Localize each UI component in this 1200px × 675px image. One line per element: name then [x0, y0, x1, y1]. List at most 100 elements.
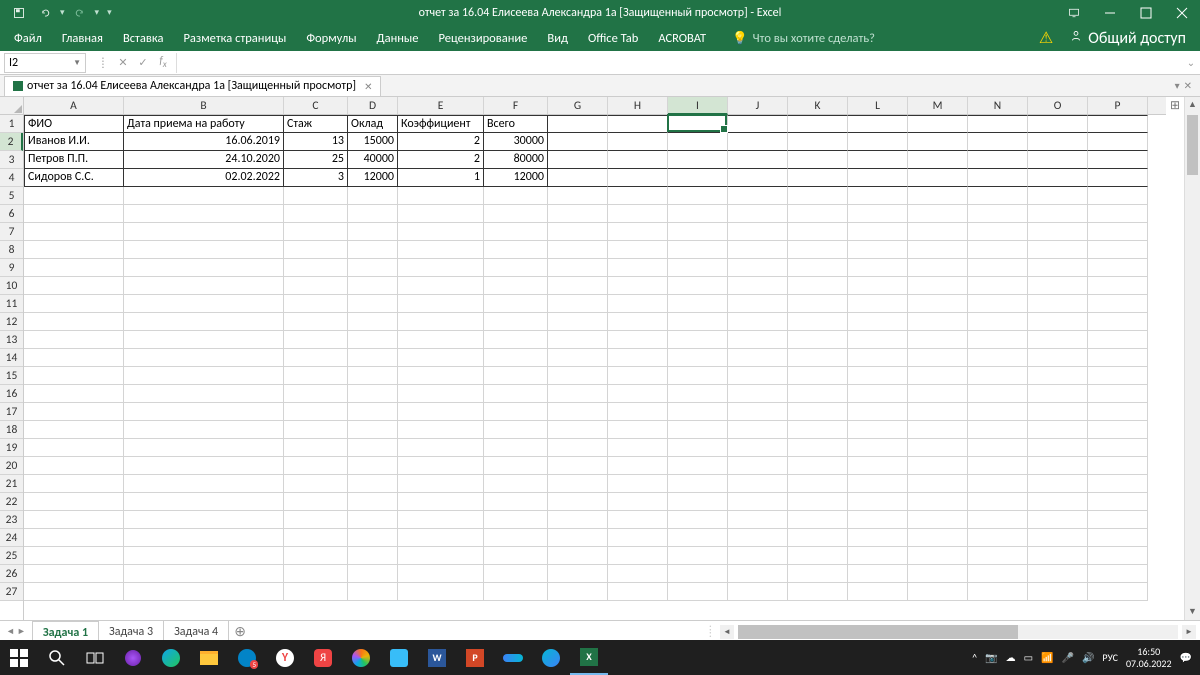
cell-L17[interactable]: [848, 403, 908, 421]
cell-E15[interactable]: [398, 367, 484, 385]
cell-A17[interactable]: [24, 403, 124, 421]
cell-A15[interactable]: [24, 367, 124, 385]
row-header-27[interactable]: 27: [0, 583, 23, 601]
cell-P10[interactable]: [1088, 277, 1148, 295]
cell-F15[interactable]: [484, 367, 548, 385]
cell-F8[interactable]: [484, 241, 548, 259]
cell-L1[interactable]: [848, 115, 908, 133]
cell-E23[interactable]: [398, 511, 484, 529]
cell-D10[interactable]: [348, 277, 398, 295]
cell-A2[interactable]: Иванов И.И.: [24, 133, 124, 151]
cell-A5[interactable]: [24, 187, 124, 205]
cell-J13[interactable]: [728, 331, 788, 349]
ribbon-tab-файл[interactable]: Файл: [4, 25, 52, 51]
cell-K5[interactable]: [788, 187, 848, 205]
cell-H22[interactable]: [608, 493, 668, 511]
cell-B2[interactable]: 16.06.2019: [124, 133, 284, 151]
taskbar-powerpoint[interactable]: P: [456, 640, 494, 675]
cell-K6[interactable]: [788, 205, 848, 223]
cell-F21[interactable]: [484, 475, 548, 493]
cell-I4[interactable]: [668, 169, 728, 187]
column-header-B[interactable]: B: [124, 97, 284, 114]
cell-M20[interactable]: [908, 457, 968, 475]
cell-B11[interactable]: [124, 295, 284, 313]
cell-O22[interactable]: [1028, 493, 1088, 511]
cell-B17[interactable]: [124, 403, 284, 421]
cell-J19[interactable]: [728, 439, 788, 457]
cell-I11[interactable]: [668, 295, 728, 313]
cell-I8[interactable]: [668, 241, 728, 259]
cell-A23[interactable]: [24, 511, 124, 529]
cell-G14[interactable]: [548, 349, 608, 367]
cell-I5[interactable]: [668, 187, 728, 205]
cell-D25[interactable]: [348, 547, 398, 565]
cell-A1[interactable]: ФИО: [24, 115, 124, 133]
cell-C17[interactable]: [284, 403, 348, 421]
cell-I2[interactable]: [668, 133, 728, 151]
close-all-icon[interactable]: ✕: [1184, 79, 1192, 92]
row-header-26[interactable]: 26: [0, 565, 23, 583]
cell-D21[interactable]: [348, 475, 398, 493]
cell-H26[interactable]: [608, 565, 668, 583]
hscroll-left-icon[interactable]: ◄: [720, 625, 734, 639]
cell-P14[interactable]: [1088, 349, 1148, 367]
cell-G22[interactable]: [548, 493, 608, 511]
cell-B6[interactable]: [124, 205, 284, 223]
tray-chevron-icon[interactable]: ^: [972, 651, 977, 664]
cell-M1[interactable]: [908, 115, 968, 133]
cell-A11[interactable]: [24, 295, 124, 313]
cell-F11[interactable]: [484, 295, 548, 313]
cell-F18[interactable]: [484, 421, 548, 439]
cell-P13[interactable]: [1088, 331, 1148, 349]
cell-C5[interactable]: [284, 187, 348, 205]
cell-J14[interactable]: [728, 349, 788, 367]
cell-N5[interactable]: [968, 187, 1028, 205]
taskbar-app-1[interactable]: [114, 640, 152, 675]
cell-M9[interactable]: [908, 259, 968, 277]
cell-K24[interactable]: [788, 529, 848, 547]
cell-D23[interactable]: [348, 511, 398, 529]
cell-H20[interactable]: [608, 457, 668, 475]
column-header-J[interactable]: J: [728, 97, 788, 114]
cell-F10[interactable]: [484, 277, 548, 295]
cell-C1[interactable]: Стаж: [284, 115, 348, 133]
row-header-22[interactable]: 22: [0, 493, 23, 511]
row-header-11[interactable]: 11: [0, 295, 23, 313]
cell-B7[interactable]: [124, 223, 284, 241]
cell-M4[interactable]: [908, 169, 968, 187]
cell-J17[interactable]: [728, 403, 788, 421]
cell-P16[interactable]: [1088, 385, 1148, 403]
cell-F6[interactable]: [484, 205, 548, 223]
cell-C12[interactable]: [284, 313, 348, 331]
column-header-L[interactable]: L: [848, 97, 908, 114]
cell-K11[interactable]: [788, 295, 848, 313]
cell-M8[interactable]: [908, 241, 968, 259]
cell-N18[interactable]: [968, 421, 1028, 439]
cell-C18[interactable]: [284, 421, 348, 439]
cell-J3[interactable]: [728, 151, 788, 169]
cell-N16[interactable]: [968, 385, 1028, 403]
cell-P8[interactable]: [1088, 241, 1148, 259]
cell-F26[interactable]: [484, 565, 548, 583]
task-view-icon[interactable]: [76, 640, 114, 675]
tray-battery-icon[interactable]: ▭: [1024, 651, 1033, 664]
scroll-down-icon[interactable]: ▼: [1185, 604, 1200, 620]
cell-N21[interactable]: [968, 475, 1028, 493]
cell-P27[interactable]: [1088, 583, 1148, 601]
ribbon-tab-office-tab[interactable]: Office Tab: [578, 25, 648, 51]
cell-C2[interactable]: 13: [284, 133, 348, 151]
cell-N3[interactable]: [968, 151, 1028, 169]
cell-P17[interactable]: [1088, 403, 1148, 421]
cell-J26[interactable]: [728, 565, 788, 583]
cell-J4[interactable]: [728, 169, 788, 187]
cell-H11[interactable]: [608, 295, 668, 313]
cell-M14[interactable]: [908, 349, 968, 367]
cell-I12[interactable]: [668, 313, 728, 331]
column-header-E[interactable]: E: [398, 97, 484, 114]
cell-L27[interactable]: [848, 583, 908, 601]
cell-I18[interactable]: [668, 421, 728, 439]
cell-D3[interactable]: 40000: [348, 151, 398, 169]
cell-A4[interactable]: Сидоров С.С.: [24, 169, 124, 187]
cell-F24[interactable]: [484, 529, 548, 547]
cell-A19[interactable]: [24, 439, 124, 457]
